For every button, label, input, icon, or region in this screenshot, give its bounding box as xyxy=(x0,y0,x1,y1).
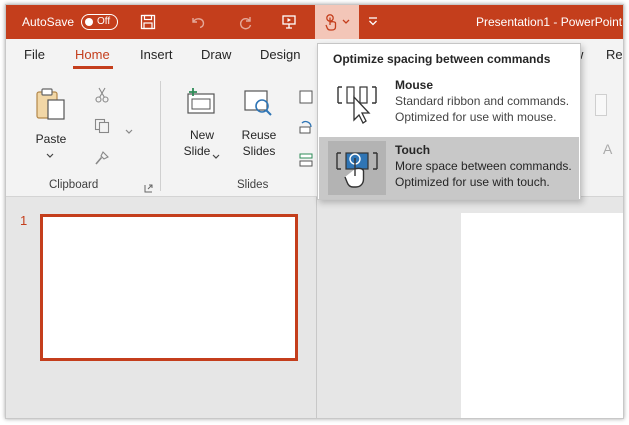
touch-hand-icon xyxy=(325,14,337,31)
slide-number: 1 xyxy=(20,213,28,228)
tab-home[interactable]: Home xyxy=(75,47,110,62)
touch-option-title: Touch xyxy=(395,143,431,157)
touch-mode-option[interactable]: Touch More space between commands. Optim… xyxy=(319,137,579,199)
tab-insert[interactable]: Insert xyxy=(140,47,173,62)
touch-mode-button[interactable] xyxy=(315,5,359,39)
chevron-down-icon[interactable] xyxy=(46,148,54,162)
undo-icon[interactable] xyxy=(183,5,213,39)
menu-header: Optimize spacing between commands xyxy=(333,52,551,66)
slide-editor xyxy=(318,197,623,418)
tab-file[interactable]: File xyxy=(24,47,45,62)
active-tab-indicator xyxy=(73,66,113,69)
mouse-mode-icon xyxy=(328,76,386,130)
new-slide-label-line2[interactable]: Slide xyxy=(182,144,212,159)
group-separator xyxy=(160,81,161,191)
slide-canvas[interactable] xyxy=(461,213,623,418)
slide-thumbnail[interactable] xyxy=(40,214,298,361)
autosave-toggle[interactable]: Off xyxy=(81,14,118,30)
touch-mode-icon xyxy=(328,141,386,195)
reuse-slides-label-line1[interactable]: Reuse xyxy=(238,128,280,143)
new-slide-icon[interactable] xyxy=(186,87,216,118)
redo-icon[interactable] xyxy=(231,5,261,39)
copy-icon[interactable] xyxy=(94,118,110,137)
autosave-state: Off xyxy=(97,16,111,27)
paste-label[interactable]: Paste xyxy=(33,132,69,147)
slides-pane: 1 xyxy=(6,197,317,418)
reuse-slides-icon[interactable] xyxy=(243,89,273,120)
chevron-down-icon[interactable] xyxy=(125,124,133,138)
paste-icon[interactable] xyxy=(35,87,67,124)
mouse-mode-option[interactable]: Mouse Standard ribbon and commands. Opti… xyxy=(319,72,579,134)
font-size-dropdown[interactable] xyxy=(595,94,607,116)
format-painter-icon[interactable] xyxy=(94,150,110,169)
touch-option-desc-2: Optimized for use with touch. xyxy=(395,175,550,189)
present-from-start-icon[interactable] xyxy=(274,5,304,39)
tab-design[interactable]: Design xyxy=(260,47,300,62)
chevron-down-icon[interactable] xyxy=(212,149,220,163)
font-color-icon[interactable]: A xyxy=(603,141,612,157)
layout-icon[interactable] xyxy=(299,90,313,107)
mouse-option-desc-1: Standard ribbon and commands. xyxy=(395,94,570,108)
slides-group-label: Slides xyxy=(237,179,269,191)
tab-draw[interactable]: Draw xyxy=(201,47,231,62)
tab-view-partial[interactable]: Re xyxy=(606,47,623,62)
app-window: AutoSave Off Presentation1 - PowerPoint … xyxy=(5,4,624,419)
document-title: Presentation1 - PowerPoint xyxy=(476,15,623,29)
cut-icon[interactable] xyxy=(95,87,109,106)
customize-qat-icon[interactable] xyxy=(358,5,388,39)
title-bar: AutoSave Off Presentation1 - PowerPoint xyxy=(6,5,623,39)
mouse-option-desc-2: Optimized for use with mouse. xyxy=(395,110,557,124)
touch-mode-menu: Optimize spacing between commands Mouse … xyxy=(317,43,581,200)
section-icon[interactable] xyxy=(299,153,313,170)
save-icon[interactable] xyxy=(133,5,163,39)
autosave-label: AutoSave xyxy=(22,15,75,29)
toggle-knob xyxy=(85,18,93,26)
reset-icon[interactable] xyxy=(299,120,313,137)
new-slide-label-line1[interactable]: New xyxy=(182,128,222,143)
chevron-down-icon xyxy=(342,19,350,24)
reuse-slides-label-line2[interactable]: Slides xyxy=(238,144,280,159)
mouse-option-title: Mouse xyxy=(395,78,434,92)
clipboard-group-label: Clipboard xyxy=(49,179,99,191)
dialog-launcher-icon[interactable] xyxy=(144,182,153,196)
touch-option-desc-1: More space between commands. xyxy=(395,159,572,173)
